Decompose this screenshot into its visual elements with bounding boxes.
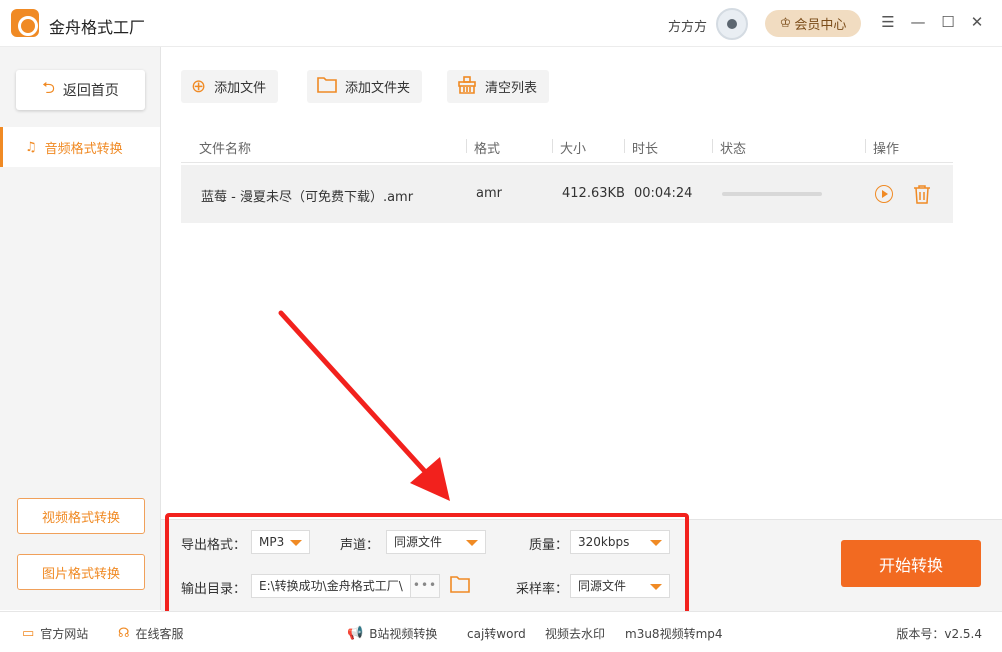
promo-caj-link[interactable]: caj转word xyxy=(467,625,526,642)
start-convert-button[interactable]: 开始转换 xyxy=(841,540,981,587)
monitor-icon: ▭ xyxy=(22,626,35,641)
vip-center-label: 会员中心 xyxy=(794,18,847,33)
sidebar-item-audio-convert[interactable]: ♫ 音频格式转换 xyxy=(0,127,160,167)
col-status: 状态 xyxy=(720,142,747,157)
image-convert-button[interactable]: 图片格式转换 xyxy=(17,554,145,590)
app-logo-icon xyxy=(11,9,39,37)
user-name[interactable]: 方方方 xyxy=(668,16,707,35)
col-divider xyxy=(552,139,553,153)
conversion-progress-bar xyxy=(722,192,822,196)
col-divider xyxy=(624,139,625,153)
official-website-link[interactable]: ▭ 官方网站 xyxy=(22,625,88,642)
add-file-label: 添加文件 xyxy=(214,81,267,96)
table-row[interactable]: 蓝莓 - 漫夏未尽（可免费下载）.amr amr 412.63KB 00:04:… xyxy=(181,165,953,223)
promo-m3u8-link[interactable]: m3u8视频转mp4 xyxy=(625,625,723,642)
footer-bar: ▭ 官方网站 ☊ 在线客服 📢 B站视频转换 caj转word 视频去水印 m3… xyxy=(0,611,1002,652)
add-folder-button[interactable]: 添加文件夹 xyxy=(307,70,423,103)
megaphone-icon: 📢 xyxy=(347,626,364,641)
online-service-link[interactable]: ☊ 在线客服 xyxy=(118,625,184,642)
file-duration: 00:04:24 xyxy=(634,186,693,201)
back-home-label: 返回首页 xyxy=(62,83,119,99)
col-divider xyxy=(865,139,866,153)
play-icon[interactable] xyxy=(875,185,893,203)
user-avatar[interactable] xyxy=(716,8,748,40)
clear-list-label: 清空列表 xyxy=(485,81,538,96)
video-convert-button[interactable]: 视频格式转换 xyxy=(17,498,145,534)
file-size: 412.63KB xyxy=(562,186,625,201)
col-filename: 文件名称 xyxy=(199,142,252,157)
close-icon[interactable]: ✕ xyxy=(967,12,987,32)
col-duration: 时长 xyxy=(632,142,659,157)
sidebar: ⮌ 返回首页 ♫ 音频格式转换 视频格式转换 图片格式转换 xyxy=(0,47,161,610)
file-name: 蓝莓 - 漫夏未尽（可免费下载）.amr xyxy=(201,190,414,205)
promo-bilibili-link[interactable]: 📢 B站视频转换 xyxy=(347,625,437,642)
return-arrow-icon: ⮌ xyxy=(42,77,55,97)
red-annotation-arrow xyxy=(278,310,450,501)
title-bar: 金舟格式工厂 方方方 ♔ 会员中心 ☰ — ☐ ✕ xyxy=(0,0,1002,47)
promo-m3u8-label: m3u8视频转mp4 xyxy=(625,627,723,641)
headset-icon: ☊ xyxy=(118,626,130,641)
col-size: 大小 xyxy=(560,142,587,157)
official-website-label: 官方网站 xyxy=(40,627,89,641)
add-file-button[interactable]: ⊕ 添加文件 xyxy=(181,70,279,103)
clear-list-button[interactable]: 清空列表 xyxy=(447,70,550,103)
add-folder-label: 添加文件夹 xyxy=(345,81,411,96)
music-note-icon: ♫ xyxy=(25,139,37,155)
sidebar-item-label: 音频格式转换 xyxy=(44,141,123,157)
file-table-header: 文件名称 格式 大小 时长 状态 操作 xyxy=(181,129,953,163)
broom-icon xyxy=(457,75,477,98)
promo-bilibili-label: B站视频转换 xyxy=(369,627,438,641)
col-divider xyxy=(712,139,713,153)
minimize-icon[interactable]: — xyxy=(908,12,928,32)
maximize-icon[interactable]: ☐ xyxy=(938,12,958,32)
app-title: 金舟格式工厂 xyxy=(49,18,146,37)
online-service-label: 在线客服 xyxy=(135,627,184,641)
folder-icon xyxy=(317,76,337,97)
trash-icon[interactable] xyxy=(913,184,931,204)
version-label: 版本号：v2.5.4 xyxy=(896,627,982,641)
col-divider xyxy=(466,139,467,153)
promo-watermark-link[interactable]: 视频去水印 xyxy=(545,625,605,642)
col-format: 格式 xyxy=(474,142,501,157)
red-highlight-box xyxy=(165,513,689,616)
menu-icon[interactable]: ☰ xyxy=(878,12,898,32)
col-actions: 操作 xyxy=(873,142,900,157)
back-home-button[interactable]: ⮌ 返回首页 xyxy=(16,70,145,110)
vip-center-button[interactable]: ♔ 会员中心 xyxy=(765,10,861,37)
promo-watermark-label: 视频去水印 xyxy=(545,627,606,641)
plus-circle-icon: ⊕ xyxy=(191,75,207,97)
file-format: amr xyxy=(476,186,502,201)
promo-caj-label: caj转word xyxy=(467,627,526,641)
crown-icon: ♔ xyxy=(779,16,792,31)
